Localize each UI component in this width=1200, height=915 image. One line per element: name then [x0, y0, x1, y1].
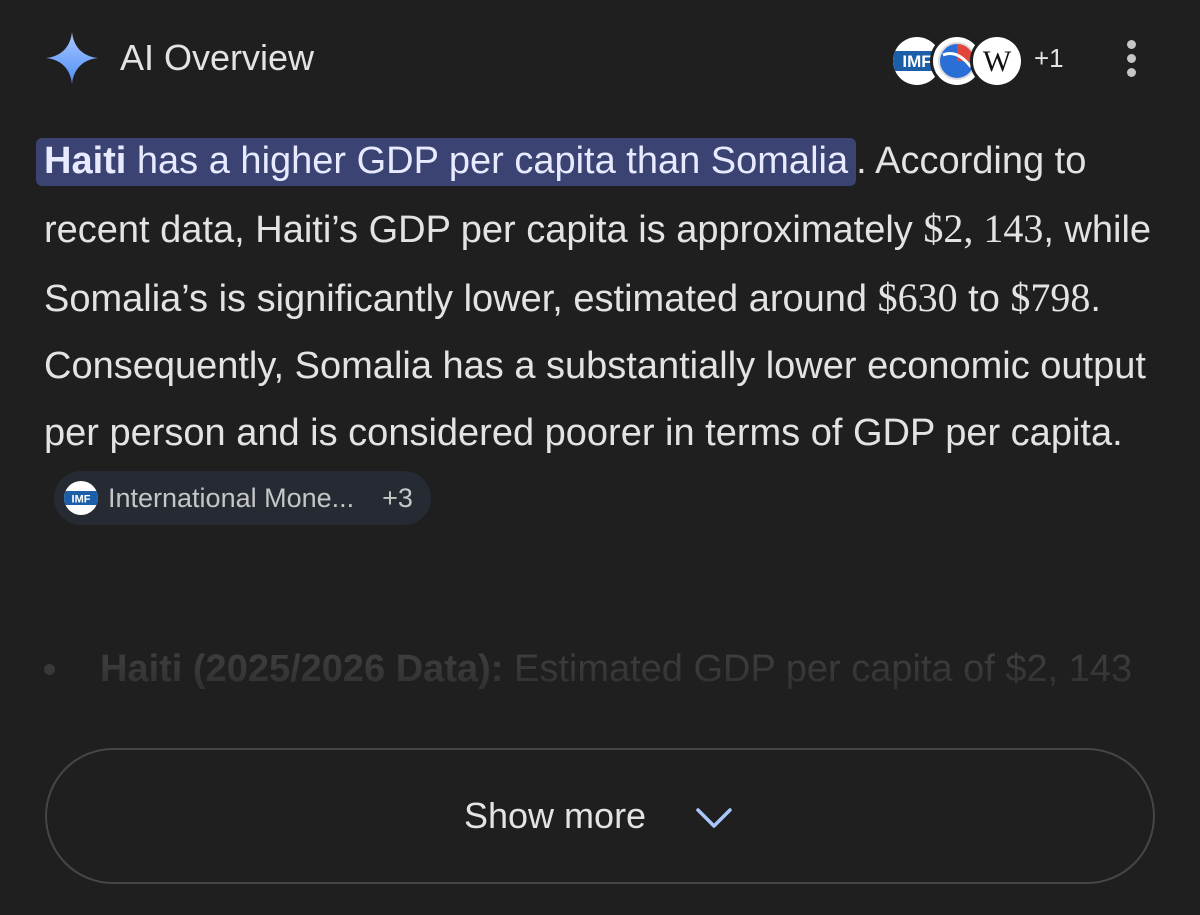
bullet-label: Haiti (2025/2026 Data):: [100, 648, 504, 690]
more-sources-count: +1: [1034, 43, 1064, 73]
show-more-button[interactable]: Show more: [45, 748, 1155, 884]
ai-overview-header: AI Overview IMF W +1: [44, 28, 1156, 88]
answer-paragraph: Haiti has a higher GDP per capita than S…: [36, 128, 1154, 534]
bullet-text: Estimated GDP per capita of $2, 143: [503, 648, 1133, 690]
sparkle-icon: [46, 32, 98, 84]
ai-overview-title: AI Overview: [120, 37, 315, 78]
sources-button[interactable]: IMF W +1: [890, 28, 1080, 88]
answer-text-3: to: [957, 278, 1011, 320]
headline-period: .: [856, 140, 867, 182]
imf-logo-icon: IMF: [64, 480, 98, 515]
source-chip-count: +3: [382, 482, 413, 513]
bullet-list: Haiti (2025/2026 Data): Estimated GDP pe…: [44, 636, 1154, 748]
source-chip-label: International Mone...: [108, 482, 355, 513]
svg-text:IMF: IMF: [902, 52, 931, 71]
highlight-bold: Haiti: [44, 140, 127, 182]
highlighted-answer[interactable]: Haiti has a higher GDP per capita than S…: [36, 138, 857, 186]
chevron-down-icon: [696, 808, 732, 828]
haiti-gdp-value: $2, 143: [923, 206, 1044, 251]
bullet-dot: [44, 664, 55, 675]
svg-text:IMF: IMF: [72, 493, 91, 505]
list-item: Haiti (2025/2026 Data): Estimated GDP pe…: [100, 636, 1150, 703]
highlight-text: has a higher GDP per capita than Somalia: [126, 140, 849, 182]
show-more-label: Show more: [464, 795, 647, 836]
wikipedia-logo-icon: W: [970, 34, 1024, 88]
source-chip[interactable]: IMF International Mone... +3: [54, 470, 431, 525]
answer-text: Haiti has a higher GDP per capita than S…: [36, 128, 1154, 534]
somalia-gdp-low: $630: [877, 275, 958, 320]
more-vert-icon[interactable]: [1114, 38, 1150, 78]
somalia-gdp-high: $798: [1010, 275, 1091, 320]
svg-text:W: W: [983, 45, 1012, 78]
